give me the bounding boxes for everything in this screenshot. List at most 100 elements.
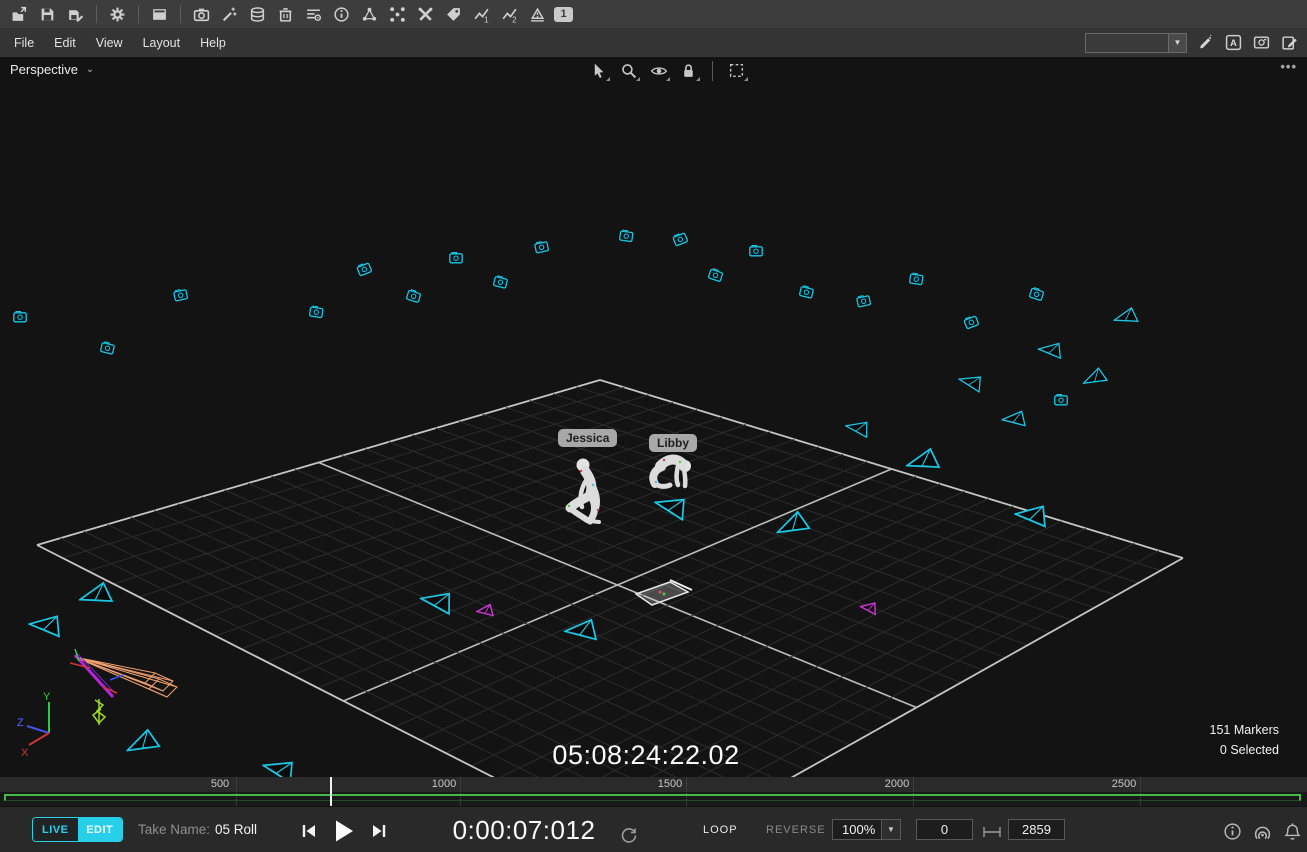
viewport-menu-button[interactable]: ••• — [1280, 59, 1297, 74]
camera-marker[interactable] — [308, 304, 324, 324]
take-name-value[interactable]: 05 Roll — [215, 822, 257, 837]
reverse-toggle[interactable]: REVERSE — [766, 824, 826, 836]
data-layers-icon[interactable] — [246, 3, 269, 26]
svg-text:A: A — [1230, 38, 1237, 49]
log-warning-icon[interactable] — [526, 3, 549, 26]
magenta-camera-marker[interactable] — [857, 599, 879, 622]
play-button[interactable] — [332, 818, 356, 844]
viewport-3d[interactable]: Perspective ⌄ ••• — [0, 57, 1307, 777]
camera-frustum[interactable] — [1079, 365, 1111, 396]
camera-frustum[interactable] — [649, 489, 691, 529]
graph-1-icon[interactable]: 1 — [470, 3, 493, 26]
zoom-icon[interactable] — [618, 60, 639, 81]
loop-playback-icon[interactable] — [618, 825, 638, 845]
camera-marker[interactable] — [908, 271, 924, 291]
menu-layout[interactable]: Layout — [133, 28, 191, 57]
settings-icon[interactable] — [106, 3, 129, 26]
select-arrow-icon[interactable] — [588, 60, 609, 81]
save-as-icon[interactable] — [64, 3, 87, 26]
trash-icon[interactable] — [274, 3, 297, 26]
camera-marker[interactable] — [355, 260, 375, 282]
visibility-icon[interactable] — [648, 60, 669, 81]
marquee-select-icon[interactable] — [726, 60, 747, 81]
live-mode-button[interactable]: LIVE — [33, 818, 78, 841]
info-icon[interactable] — [330, 3, 353, 26]
timeline-range-bar[interactable] — [4, 794, 1301, 801]
loop-toggle[interactable]: LOOP — [703, 824, 738, 836]
camera-frustum[interactable] — [76, 579, 116, 617]
open-file-icon[interactable] — [8, 3, 31, 26]
selection-dropdown[interactable]: ▼ — [1085, 33, 1187, 53]
toolbar-separator — [138, 5, 139, 23]
take-name-label: Take Name: — [138, 822, 210, 837]
camera-marker[interactable] — [491, 274, 509, 295]
camera-frustum[interactable] — [1111, 305, 1141, 333]
camera-frustum[interactable] — [564, 617, 599, 648]
layout-badge[interactable]: 1 — [554, 7, 573, 22]
graph-2-icon[interactable]: 2 — [498, 3, 521, 26]
magenta-camera-marker[interactable] — [476, 604, 494, 623]
list-settings-icon[interactable] — [302, 3, 325, 26]
timeline-playhead[interactable] — [330, 777, 332, 806]
lock-icon[interactable] — [678, 60, 699, 81]
calibration-square[interactable] — [626, 572, 696, 612]
asset-network-icon[interactable] — [358, 3, 381, 26]
edit-mode-button[interactable]: EDIT — [78, 818, 123, 841]
camera-frustum[interactable] — [771, 507, 815, 549]
actor-jessica-skeleton[interactable] — [556, 455, 618, 527]
chevron-down-icon[interactable]: ▼ — [881, 820, 900, 839]
notifications-icon[interactable] — [1282, 821, 1302, 841]
camera-marker[interactable] — [98, 340, 116, 361]
marker-set-icon[interactable] — [386, 3, 409, 26]
skip-to-end-button[interactable] — [370, 822, 388, 840]
camera-marker[interactable] — [749, 244, 763, 262]
camera-marker[interactable] — [855, 293, 872, 314]
camera-frustum[interactable] — [1012, 500, 1050, 536]
camera-frustum[interactable] — [1001, 410, 1027, 433]
menu-help[interactable]: Help — [190, 28, 236, 57]
tools-icon[interactable] — [414, 3, 437, 26]
camera-frustum[interactable] — [416, 585, 457, 623]
camera-marker[interactable] — [1054, 393, 1068, 411]
camera-marker[interactable] — [404, 287, 423, 308]
camera-marker[interactable] — [13, 310, 27, 328]
menu-view[interactable]: View — [86, 28, 133, 57]
camera-marker[interactable] — [797, 284, 815, 305]
skip-to-start-button[interactable] — [300, 822, 318, 840]
camera-icon[interactable] — [190, 3, 213, 26]
edit-note-icon[interactable] — [1280, 33, 1299, 52]
actor-label-libby[interactable]: Libby — [649, 434, 697, 452]
edit-wand-icon[interactable] — [1196, 33, 1215, 52]
camera-frustum[interactable] — [842, 416, 872, 444]
range-start-input[interactable]: 0 — [916, 819, 973, 840]
auto-label-icon[interactable]: A — [1224, 33, 1243, 52]
camera-marker[interactable] — [962, 313, 982, 335]
camera-marker[interactable] — [706, 266, 725, 287]
menu-file[interactable]: File — [4, 28, 44, 57]
range-end-input[interactable]: 2859 — [1008, 819, 1065, 840]
menu-edit[interactable]: Edit — [44, 28, 86, 57]
camera-capture-icon[interactable] — [1252, 33, 1271, 52]
camera-marker[interactable] — [1027, 285, 1046, 306]
save-icon[interactable] — [36, 3, 59, 26]
camera-marker[interactable] — [449, 251, 463, 269]
camera-frustum[interactable] — [954, 369, 985, 399]
playback-speed-select[interactable]: 100% ▼ — [832, 819, 901, 840]
panel-icon[interactable] — [148, 3, 171, 26]
camera-frustum[interactable] — [903, 445, 943, 483]
camera-marker[interactable] — [533, 239, 550, 260]
camera-marker[interactable] — [671, 230, 691, 252]
info-circle-icon[interactable] — [1222, 821, 1242, 841]
timeline-tick-line — [1140, 777, 1141, 806]
view-selector[interactable]: Perspective ⌄ — [10, 62, 94, 77]
streaming-icon[interactable] — [1252, 821, 1272, 841]
camera-frustum[interactable] — [1036, 339, 1064, 365]
live-edit-toggle: LIVE EDIT — [32, 817, 123, 842]
label-tag-icon[interactable] — [442, 3, 465, 26]
camera-marker[interactable] — [618, 228, 634, 248]
timeline-track[interactable]: 5001000150020002500 — [0, 777, 1307, 806]
actor-label-jessica[interactable]: Jessica — [558, 429, 617, 447]
chevron-down-icon[interactable]: ▼ — [1168, 34, 1186, 52]
wand-icon[interactable] — [218, 3, 241, 26]
camera-marker[interactable] — [172, 287, 189, 308]
